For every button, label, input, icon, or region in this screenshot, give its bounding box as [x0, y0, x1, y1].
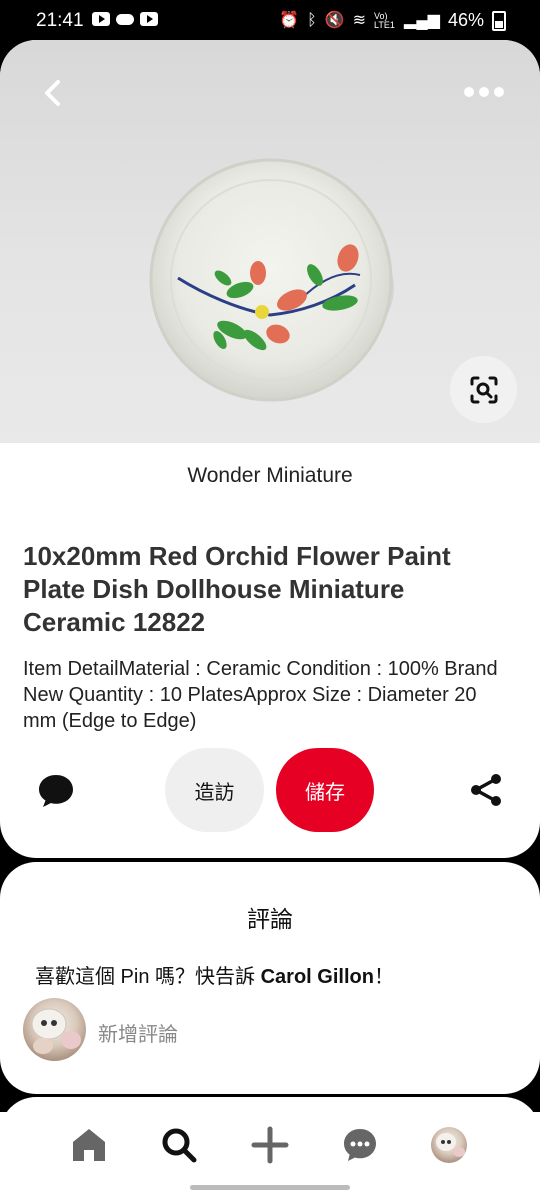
pin-description: Item DetailMaterial : Ceramic Condition … — [23, 658, 498, 732]
alarm-icon: ⏰ — [279, 11, 300, 29]
messages-icon[interactable] — [341, 1126, 379, 1164]
visit-button[interactable]: 造訪 — [165, 748, 264, 832]
lens-search-icon — [470, 376, 497, 403]
comments-prompt-suffix: ！ — [373, 966, 394, 988]
visual-search-button[interactable] — [450, 356, 517, 423]
more-options-icon[interactable] — [462, 80, 506, 104]
mute-icon: 🔇 — [324, 11, 345, 29]
comment-icon[interactable] — [37, 772, 75, 810]
status-time: 21:41 — [36, 10, 84, 31]
share-icon[interactable] — [468, 772, 504, 808]
youtube-icon — [92, 12, 110, 26]
user-avatar — [23, 998, 86, 1061]
pin-source[interactable]: Wonder Miniature — [0, 464, 540, 488]
search-icon[interactable] — [160, 1126, 198, 1164]
pin-author-name[interactable]: Carol Gillon — [261, 966, 374, 988]
profile-avatar[interactable] — [431, 1127, 467, 1163]
back-chevron-icon[interactable] — [36, 76, 70, 110]
pin-image[interactable] — [0, 40, 540, 443]
home-indicator[interactable] — [190, 1185, 350, 1190]
volte-label: Vo) LTE1 — [374, 10, 395, 30]
comments-prompt-text: 喜歡這個 Pin 嗎？快告訴 — [35, 966, 256, 988]
home-icon[interactable] — [70, 1126, 108, 1164]
status-bar: 21:41 ⏰ ᛒ 🔇 ≋ Vo) LTE1 ▂▄▆ 46% — [0, 0, 540, 40]
add-comment-input[interactable]: 新增評論 — [98, 1018, 178, 1047]
save-button[interactable]: 儲存 — [276, 748, 374, 832]
comments-title: 評論 — [247, 906, 293, 932]
profile-avatar-illustration — [436, 1133, 465, 1157]
battery-percent: 46% — [447, 10, 484, 30]
avatar-illustration — [31, 1008, 81, 1054]
comments-card: 評論 喜歡這個 Pin 嗎？快告訴 Carol Gillon！ — [0, 862, 540, 1094]
pin-card: Wonder Miniature 10x20mm Red Orchid Flow… — [0, 40, 540, 858]
pin-title: 10x20mm Red Orchid Flower Paint Plate Di… — [23, 541, 451, 637]
wifi-icon: ≋ — [352, 11, 367, 29]
plus-icon[interactable] — [251, 1126, 289, 1164]
comments-prompt: 喜歡這個 Pin 嗎？快告訴 Carol Gillon！ — [35, 960, 394, 989]
signal-icon: ▂▄▆ — [404, 11, 440, 29]
youtube-icon — [140, 12, 158, 26]
cloud-icon — [116, 14, 134, 25]
battery-icon — [492, 10, 506, 31]
bluetooth-icon: ᛒ — [307, 11, 317, 29]
